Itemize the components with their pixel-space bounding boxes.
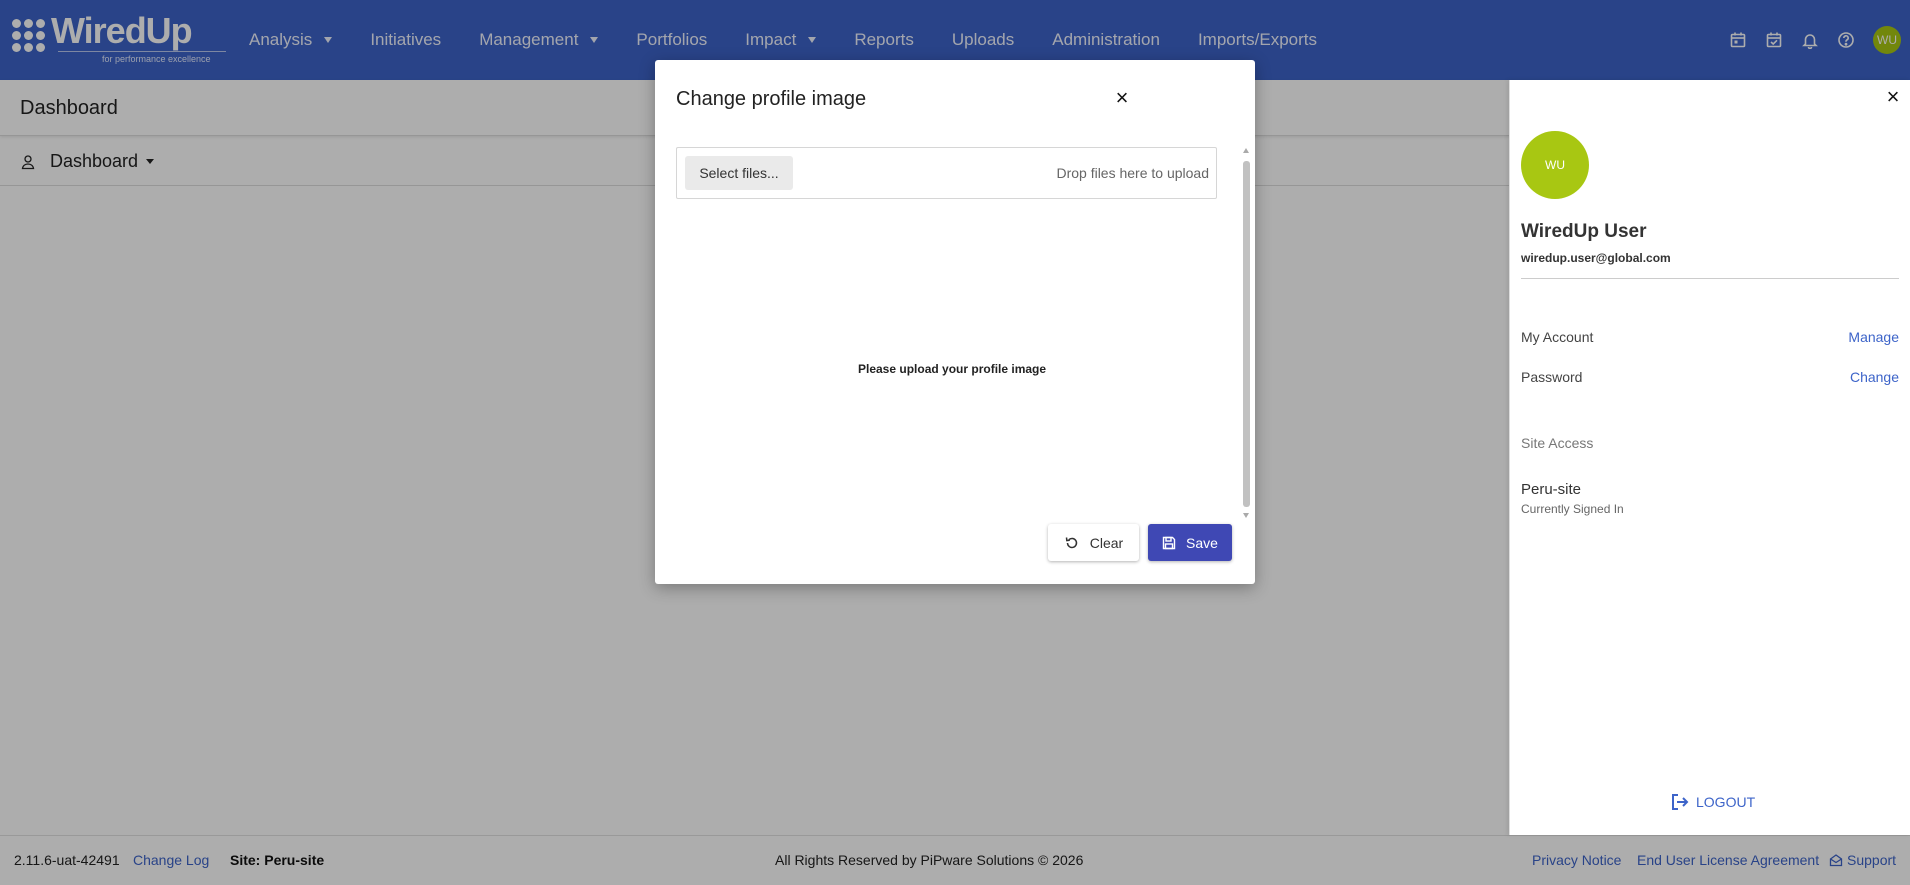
- dialog-scrollbar[interactable]: [1241, 147, 1251, 521]
- drop-files-hint: Drop files here to upload: [1056, 165, 1209, 181]
- change-password-link[interactable]: Change: [1850, 369, 1899, 385]
- site-status: Currently Signed In: [1521, 502, 1624, 516]
- scroll-up-icon[interactable]: [1243, 148, 1249, 153]
- site-access-heading: Site Access: [1521, 435, 1594, 451]
- dialog-title: Change profile image: [676, 88, 867, 110]
- close-panel-icon[interactable]: ×: [1884, 86, 1902, 108]
- select-files-button[interactable]: Select files...: [685, 156, 793, 190]
- clear-button[interactable]: Clear: [1048, 524, 1139, 561]
- close-dialog-icon[interactable]: ×: [1113, 87, 1131, 109]
- user-panel: × WU WiredUp User wiredup.user@global.co…: [1509, 80, 1910, 835]
- profile-avatar[interactable]: WU: [1521, 131, 1589, 199]
- logout-button[interactable]: LOGOUT: [1670, 792, 1755, 812]
- my-account-label: My Account: [1521, 329, 1594, 345]
- undo-icon: [1065, 536, 1078, 548]
- manage-account-link[interactable]: Manage: [1848, 329, 1899, 345]
- site-name[interactable]: Peru-site: [1521, 481, 1581, 498]
- save-icon: [1162, 536, 1176, 549]
- upload-instruction: Please upload your profile image: [858, 362, 1047, 376]
- scroll-thumb[interactable]: [1243, 161, 1250, 507]
- logout-icon: [1672, 794, 1689, 810]
- save-button[interactable]: Save: [1148, 524, 1232, 561]
- divider: [1521, 278, 1899, 279]
- file-upload-dropzone[interactable]: Select files... Drop files here to uploa…: [676, 147, 1217, 199]
- user-email: wiredup.user@global.com: [1521, 251, 1671, 265]
- password-label: Password: [1521, 369, 1583, 385]
- scroll-down-icon[interactable]: [1243, 513, 1249, 518]
- user-name: WiredUp User: [1521, 221, 1647, 242]
- change-profile-image-dialog: Change profile image × Select files... D…: [655, 60, 1255, 584]
